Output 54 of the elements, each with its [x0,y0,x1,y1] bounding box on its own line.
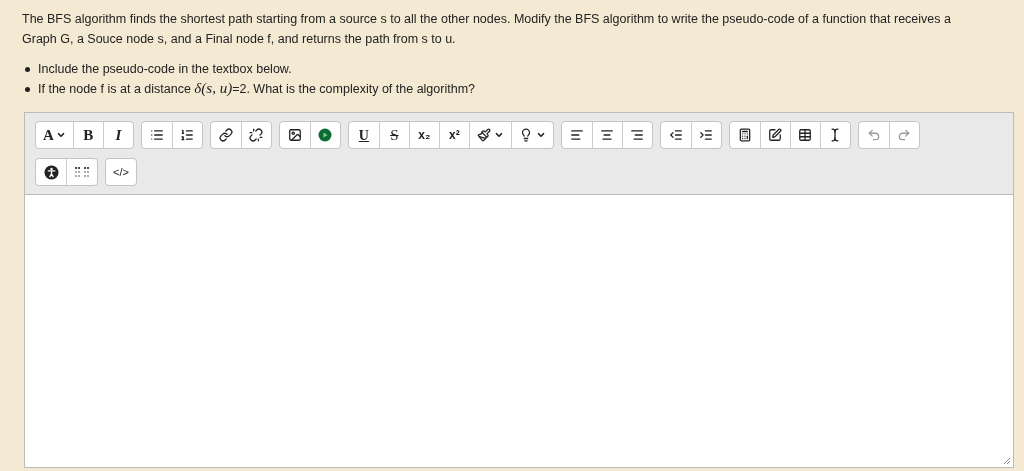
caret-icon [493,130,504,140]
bullet-text: Include the pseudo-code in the textbox below. [38,61,292,78]
unlink-button[interactable] [240,122,271,148]
accessibility-icon [43,164,59,180]
bullet-icon [25,67,30,72]
braille-icon [74,166,90,178]
underline-button[interactable]: U [348,122,379,148]
edit-button[interactable] [759,122,790,148]
undo-icon [866,128,881,142]
indent-icon [699,128,714,142]
unlink-icon [249,128,264,142]
align-center-icon [600,128,615,142]
media-icon [318,128,333,142]
caret-icon [535,130,546,140]
paintbrush-icon [476,128,491,142]
italic-button[interactable]: I [102,122,133,148]
bullet-text: If the node f is at a distance δ(s, u)=2. What is the complexity of the algorithm? [38,79,475,98]
bullet-icon [25,86,30,92]
calculator-button[interactable] [729,122,760,148]
bulb-button[interactable] [510,122,553,148]
bulleted-list-icon [149,128,164,142]
numbers-button[interactable] [171,122,202,148]
font-button[interactable]: A [36,122,73,148]
align-right-button[interactable] [621,122,652,148]
subscript-button[interactable]: x₂ [408,122,439,148]
superscript-button[interactable]: x² [438,122,469,148]
numbered-list-icon [180,128,195,142]
bold-button[interactable]: B [72,122,103,148]
caret-icon [55,130,66,140]
align-right-icon [630,128,645,142]
calculator-icon [737,128,752,142]
brush-button[interactable] [468,122,511,148]
bullets-button[interactable] [141,122,172,148]
align-center-button[interactable] [591,122,622,148]
html-button[interactable]: </> [106,159,136,185]
link-icon [218,128,233,142]
link-button[interactable] [210,122,241,148]
pen-square-icon [768,128,783,142]
image-button[interactable] [279,122,310,148]
align-left-button[interactable] [561,122,592,148]
indent-button[interactable] [690,122,721,148]
align-left-icon [569,128,584,142]
image-icon [287,128,302,142]
table-button[interactable] [789,122,820,148]
table-icon [798,128,813,142]
cursor-button[interactable] [819,122,850,148]
outdent-button[interactable] [660,122,691,148]
media-button[interactable] [309,122,340,148]
redo-icon [897,128,912,142]
strikethrough-button[interactable]: S [378,122,409,148]
accessibility-button[interactable] [36,159,66,185]
question-text: The BFS algorithm finds the shortest path starting from a source s to all the other nodes. Modify the BFS algorithm to write the pseudo-code of a function that receives a Graph G, a Souce node s, and a Final node f, and returns the path from s to u. [22,11,952,48]
resize-handle-icon[interactable] [1003,457,1011,465]
outdent-icon [668,128,683,142]
